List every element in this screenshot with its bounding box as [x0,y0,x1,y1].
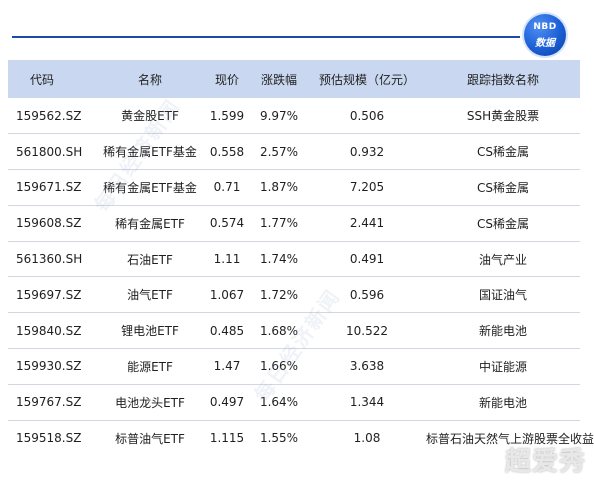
cell-code: 159767.SZ [16,395,82,410]
cell-change: 1.66% [259,359,299,374]
table-body: 159562.SZ 黄金股ETF 1.599 9.97% 0.506 SSH黄金… [8,98,594,456]
cell-scale: 10.522 [346,323,388,338]
cell-name: 稀有金属ETF基金 [103,180,197,195]
cell-price: 1.11 [213,252,241,267]
cell-price: 0.574 [209,216,245,231]
cell-name: 标普油气ETF [115,431,185,446]
header-rule [12,36,520,38]
cell-code: 159671.SZ [16,180,82,195]
logo-line-1: NBD [533,22,557,32]
cell-index: 中证能源 [478,359,527,374]
cell-name: 能源ETF [127,359,173,374]
col-header-index: 跟踪指数名称 [466,72,539,87]
cell-code: 159608.SZ [16,216,82,231]
cell-price: 0.497 [209,395,245,410]
cell-code: 159562.SZ [16,108,82,123]
table-row: 561360.SH 石油ETF 1.11 1.74% 0.491 油气产业 [8,241,580,277]
cell-price: 0.558 [209,144,245,159]
cell-change: 1.72% [259,287,299,302]
cell-change: 2.57% [259,144,299,159]
table-row: 159767.SZ 电池龙头ETF 0.497 1.64% 1.344 新能电池 [8,384,580,421]
cell-scale: 1.344 [349,395,385,410]
cell-name: 稀有金属ETF基金 [103,145,197,160]
cell-price: 1.115 [209,431,245,446]
cell-code: 159518.SZ [16,431,82,446]
cell-index: 油气产业 [478,252,527,267]
table-row: 159930.SZ 能源ETF 1.47 1.66% 3.638 中证能源 [8,349,580,385]
cell-scale: 7.205 [349,180,385,195]
table-row: 159671.SZ 稀有金属ETF基金 0.71 1.87% 7.205 CS稀… [8,170,580,206]
cell-index: CS稀金属 [477,180,529,195]
cell-scale: 1.08 [353,431,381,446]
cell-name: 锂电池ETF [121,324,179,339]
col-header-price: 现价 [214,72,239,87]
cell-index: CS稀金属 [477,216,529,231]
cell-price: 0.485 [209,323,245,338]
cell-change: 9.97% [259,108,299,123]
cell-price: 0.71 [213,180,241,195]
cell-scale: 0.506 [349,108,385,123]
cell-scale: 3.638 [349,359,385,374]
cell-change: 1.55% [259,431,299,446]
logo-line-2: 数据 [535,38,555,49]
cell-code: 561360.SH [16,252,83,267]
table-row: 159518.SZ 标普油气ETF 1.115 1.55% 1.08 标普石油天… [8,420,594,456]
cell-code: 159697.SZ [16,287,82,302]
cell-index: 新能电池 [478,324,527,339]
table-header: 代码 名称 现价 涨跌幅 预估规模（亿元） 跟踪指数名称 [8,60,580,98]
cell-scale: 0.932 [349,144,385,159]
cell-index: 新能电池 [478,395,527,410]
cell-name: 油气ETF [127,288,173,303]
col-header-change: 涨跌幅 [260,72,297,87]
header-row: 代码 名称 现价 涨跌幅 预估规模（亿元） 跟踪指数名称 [8,60,580,98]
cell-change: 1.87% [259,180,299,195]
cell-change: 1.68% [259,323,299,338]
col-header-name: 名称 [137,72,162,87]
cell-name: 稀有金属ETF [115,216,185,231]
cell-code: 159840.SZ [16,323,82,338]
col-header-code: 代码 [30,72,55,87]
cell-index: 国证油气 [478,288,527,303]
cell-scale: 0.491 [349,252,385,267]
cell-index: CS稀金属 [477,145,529,160]
cell-price: 1.47 [213,359,241,374]
table-row: 159840.SZ 锂电池ETF 0.485 1.68% 10.522 新能电池 [8,313,580,349]
cell-name: 黄金股ETF [121,109,179,124]
cell-name: 石油ETF [127,252,173,267]
cell-price: 1.067 [209,287,245,302]
cell-index: SSH黄金股票 [466,109,540,124]
etf-table: 代码 名称 现价 涨跌幅 预估规模（亿元） 跟踪指数名称 159562.SZ 黄… [8,60,594,456]
cell-change: 1.74% [259,252,299,267]
cell-scale: 2.441 [349,216,385,231]
table-row: 159562.SZ 黄金股ETF 1.599 9.97% 0.506 SSH黄金… [8,98,580,134]
cell-change: 1.64% [259,395,299,410]
nbd-logo: NBD 数据 [524,14,566,56]
corner-watermark: 超爱秀 [504,447,586,477]
col-header-scale: 预估规模（亿元） [318,72,415,87]
cell-name: 电池龙头ETF [115,395,185,410]
cell-code: 159930.SZ [16,359,82,374]
cell-code: 561800.SH [16,144,83,159]
table-row: 159608.SZ 稀有金属ETF 0.574 1.77% 2.441 CS稀金… [8,205,580,242]
table-row: 561800.SH 稀有金属ETF基金 0.558 2.57% 0.932 CS… [8,134,580,170]
table-row: 159697.SZ 油气ETF 1.067 1.72% 0.596 国证油气 [8,277,580,313]
cell-change: 1.77% [259,216,299,231]
cell-price: 1.599 [209,108,245,123]
cell-scale: 0.596 [349,287,385,302]
